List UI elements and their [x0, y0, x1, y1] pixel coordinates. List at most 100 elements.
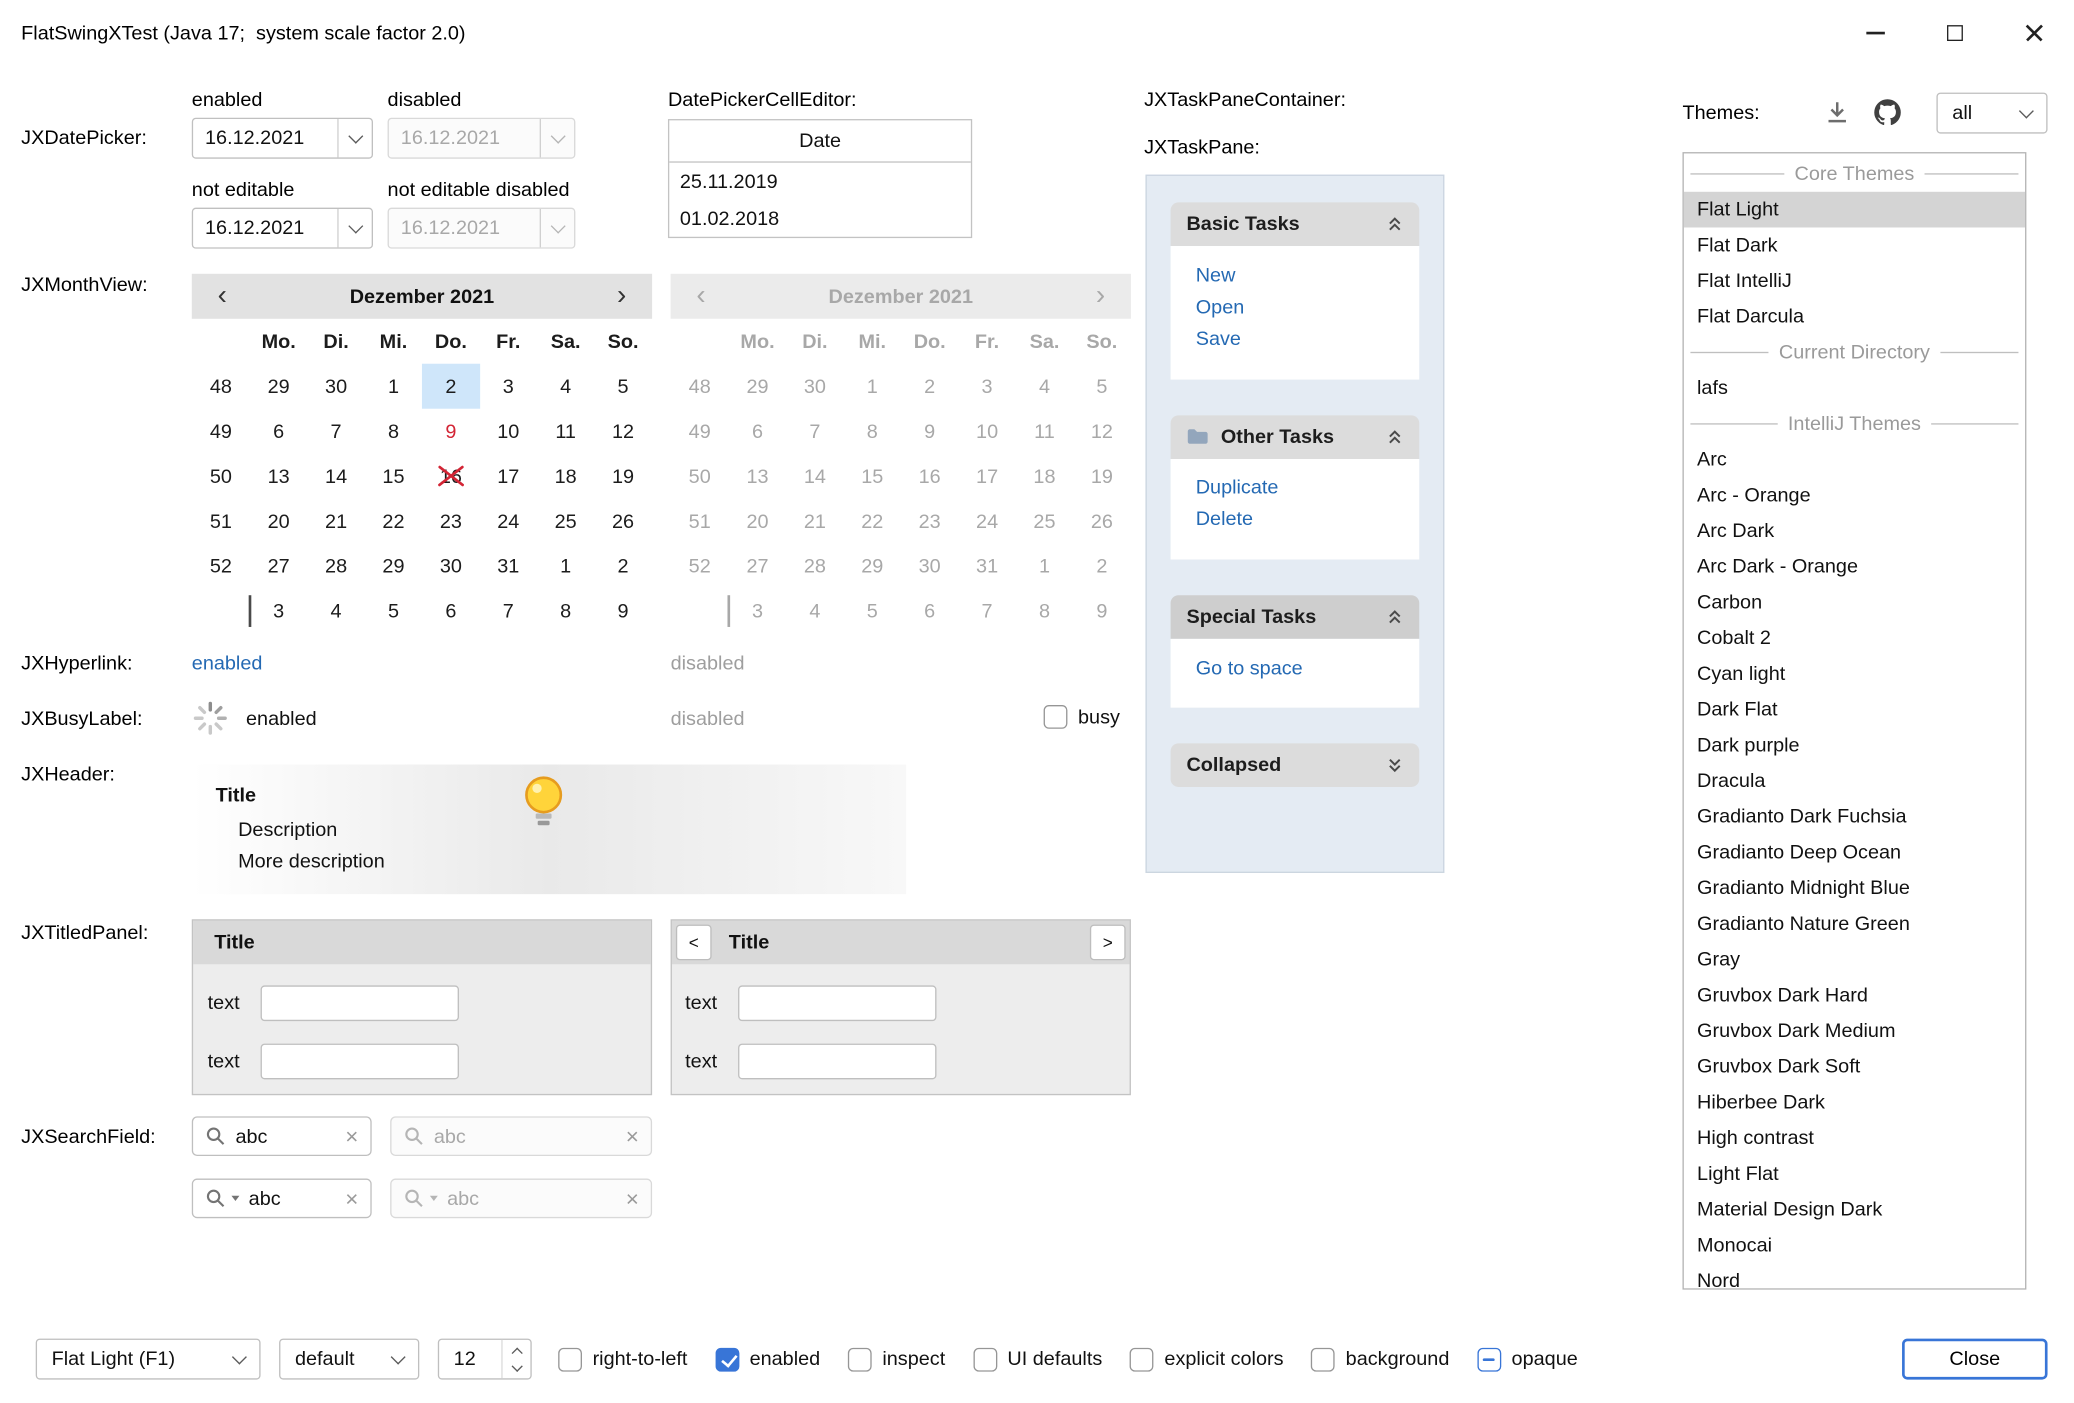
calendar-day[interactable]: 20 — [250, 499, 307, 544]
taskpane-header[interactable]: Collapsed — [1171, 744, 1420, 788]
theme-list-item[interactable]: Arc Dark - Orange — [1684, 549, 2025, 585]
taskpane-link[interactable]: Duplicate — [1171, 472, 1420, 504]
theme-list-item[interactable]: Cyan light — [1684, 656, 2025, 692]
calendar-day[interactable]: 6 — [250, 409, 307, 454]
taskpane-header[interactable]: Basic Tasks — [1171, 202, 1420, 246]
style-combo[interactable]: default — [279, 1339, 419, 1380]
calendar-day[interactable]: 3 — [480, 364, 537, 409]
theme-list-item[interactable]: Arc — [1684, 442, 2025, 478]
calendar-day[interactable]: 2 — [422, 364, 479, 409]
taskpane-link[interactable]: New — [1171, 259, 1420, 291]
theme-list-item[interactable]: Gradianto Nature Green — [1684, 906, 2025, 942]
calendar-day[interactable]: 17 — [480, 454, 537, 499]
calendar-day[interactable]: 7 — [307, 409, 364, 454]
maximize-button[interactable] — [1915, 0, 1994, 66]
theme-list-item[interactable]: Dark Flat — [1684, 692, 2025, 728]
spinner-up-button[interactable] — [513, 1343, 521, 1356]
theme-list-item[interactable]: lafs — [1684, 370, 2025, 406]
calendar-day[interactable]: 29 — [250, 364, 307, 409]
datepicker-table-header[interactable]: Date — [669, 120, 971, 162]
theme-list-item[interactable]: Gradianto Midnight Blue — [1684, 870, 2025, 906]
calendar-day[interactable]: 9 — [422, 409, 479, 454]
calendar-day[interactable]: 18 — [537, 454, 594, 499]
close-button[interactable]: Close — [1902, 1339, 2047, 1380]
calendar-day[interactable]: 15 — [365, 454, 422, 499]
text-input[interactable] — [738, 1044, 936, 1080]
calendar-day[interactable]: 8 — [365, 409, 422, 454]
github-button[interactable] — [1872, 97, 1904, 129]
spinner-down-button[interactable] — [513, 1362, 521, 1375]
theme-list-item[interactable]: Arc Dark — [1684, 513, 2025, 549]
calendar-day[interactable]: 22 — [365, 499, 422, 544]
datepicker-noteditable[interactable]: 16.12.2021 — [192, 208, 373, 249]
calendar-day[interactable]: 27 — [250, 544, 307, 589]
text-input[interactable] — [261, 985, 459, 1021]
checkbox-enabled[interactable]: enabled — [715, 1347, 820, 1371]
searchfield-with-menu[interactable]: abc × — [192, 1179, 372, 1219]
calendar-day[interactable]: 13 — [250, 454, 307, 499]
calendar-next-button[interactable]: › — [591, 276, 652, 316]
datepicker-enabled[interactable]: 16.12.2021 — [192, 118, 373, 159]
titledpanel-prev-button[interactable]: < — [676, 925, 712, 961]
calendar-day[interactable]: 1 — [537, 544, 594, 589]
theme-list-item[interactable]: Light Flat — [1684, 1156, 2025, 1192]
theme-list-item[interactable]: Gruvbox Dark Soft — [1684, 1049, 2025, 1085]
taskpane-link[interactable]: Go to space — [1171, 652, 1420, 684]
calendar-day[interactable]: 10 — [480, 409, 537, 454]
theme-list-item[interactable]: Flat Dark — [1684, 228, 2025, 264]
titledpanel-next-button[interactable]: > — [1090, 925, 1126, 961]
busy-checkbox[interactable]: busy — [1044, 705, 1120, 729]
calendar-day[interactable]: 1 — [365, 364, 422, 409]
theme-list-item[interactable]: High contrast — [1684, 1120, 2025, 1156]
checkbox-inspect[interactable]: inspect — [848, 1347, 945, 1371]
calendar-day[interactable]: 2 — [594, 544, 651, 589]
datepicker-table-row[interactable]: 25.11.2019 — [669, 163, 971, 200]
theme-list-item[interactable]: Flat IntelliJ — [1684, 263, 2025, 299]
text-input[interactable] — [738, 985, 936, 1021]
theme-list-item[interactable]: Gruvbox Dark Hard — [1684, 977, 2025, 1013]
theme-list-item[interactable]: Hiberbee Dark — [1684, 1085, 2025, 1121]
taskpane-link[interactable]: Save — [1171, 323, 1420, 355]
theme-list-item[interactable]: Cobalt 2 — [1684, 620, 2025, 656]
font-size-spinner[interactable]: 12 — [438, 1339, 532, 1380]
calendar-day[interactable]: 31 — [480, 544, 537, 589]
calendar-day[interactable]: 5 — [594, 364, 651, 409]
theme-list-item[interactable]: Flat Light — [1684, 192, 2025, 228]
taskpane-header[interactable]: Special Tasks — [1171, 595, 1420, 639]
theme-list-item[interactable]: Nord — [1684, 1263, 2025, 1289]
calendar-day[interactable]: 19 — [594, 454, 651, 499]
taskpane-link[interactable]: Open — [1171, 291, 1420, 323]
theme-list-item[interactable]: Gradianto Deep Ocean — [1684, 835, 2025, 871]
checkbox-right-to-left[interactable]: right-to-left — [558, 1347, 687, 1371]
datepicker-table-row[interactable]: 01.02.2018 — [669, 200, 971, 237]
text-input[interactable] — [261, 1044, 459, 1080]
calendar-day[interactable]: 9 — [594, 589, 651, 634]
theme-list-item[interactable]: Flat Darcula — [1684, 299, 2025, 335]
calendar-day[interactable]: 30 — [307, 364, 364, 409]
datepicker-dropdown-button[interactable] — [337, 119, 371, 157]
hyperlink-enabled[interactable]: enabled — [192, 652, 263, 674]
laf-combo[interactable]: Flat Light (F1) — [36, 1339, 261, 1380]
checkbox-opaque[interactable]: opaque — [1477, 1347, 1578, 1371]
calendar-day[interactable]: 24 — [480, 499, 537, 544]
theme-list-item[interactable]: Material Design Dark — [1684, 1192, 2025, 1228]
close-window-button[interactable] — [1995, 0, 2074, 66]
calendar-day[interactable]: 12 — [594, 409, 651, 454]
calendar-day[interactable]: 30 — [422, 544, 479, 589]
theme-filter-combo[interactable]: all — [1936, 93, 2047, 134]
minimize-button[interactable] — [1836, 0, 1915, 66]
calendar-day[interactable]: 28 — [307, 544, 364, 589]
calendar-day[interactable]: 8 — [537, 589, 594, 634]
calendar-day[interactable]: 6 — [422, 589, 479, 634]
calendar-day[interactable]: 4 — [537, 364, 594, 409]
clear-icon[interactable]: × — [345, 1125, 358, 1147]
theme-list-item[interactable]: Carbon — [1684, 585, 2025, 621]
theme-list-item[interactable]: Dark purple — [1684, 727, 2025, 763]
theme-list-item[interactable]: Gray — [1684, 942, 2025, 978]
taskpane-header[interactable]: Other Tasks — [1171, 415, 1420, 459]
calendar-day[interactable]: 11 — [537, 409, 594, 454]
download-theme-button[interactable] — [1823, 98, 1852, 127]
calendar-day[interactable]: 21 — [307, 499, 364, 544]
clear-icon[interactable]: × — [345, 1187, 358, 1209]
checkbox-ui-defaults[interactable]: UI defaults — [973, 1347, 1102, 1371]
